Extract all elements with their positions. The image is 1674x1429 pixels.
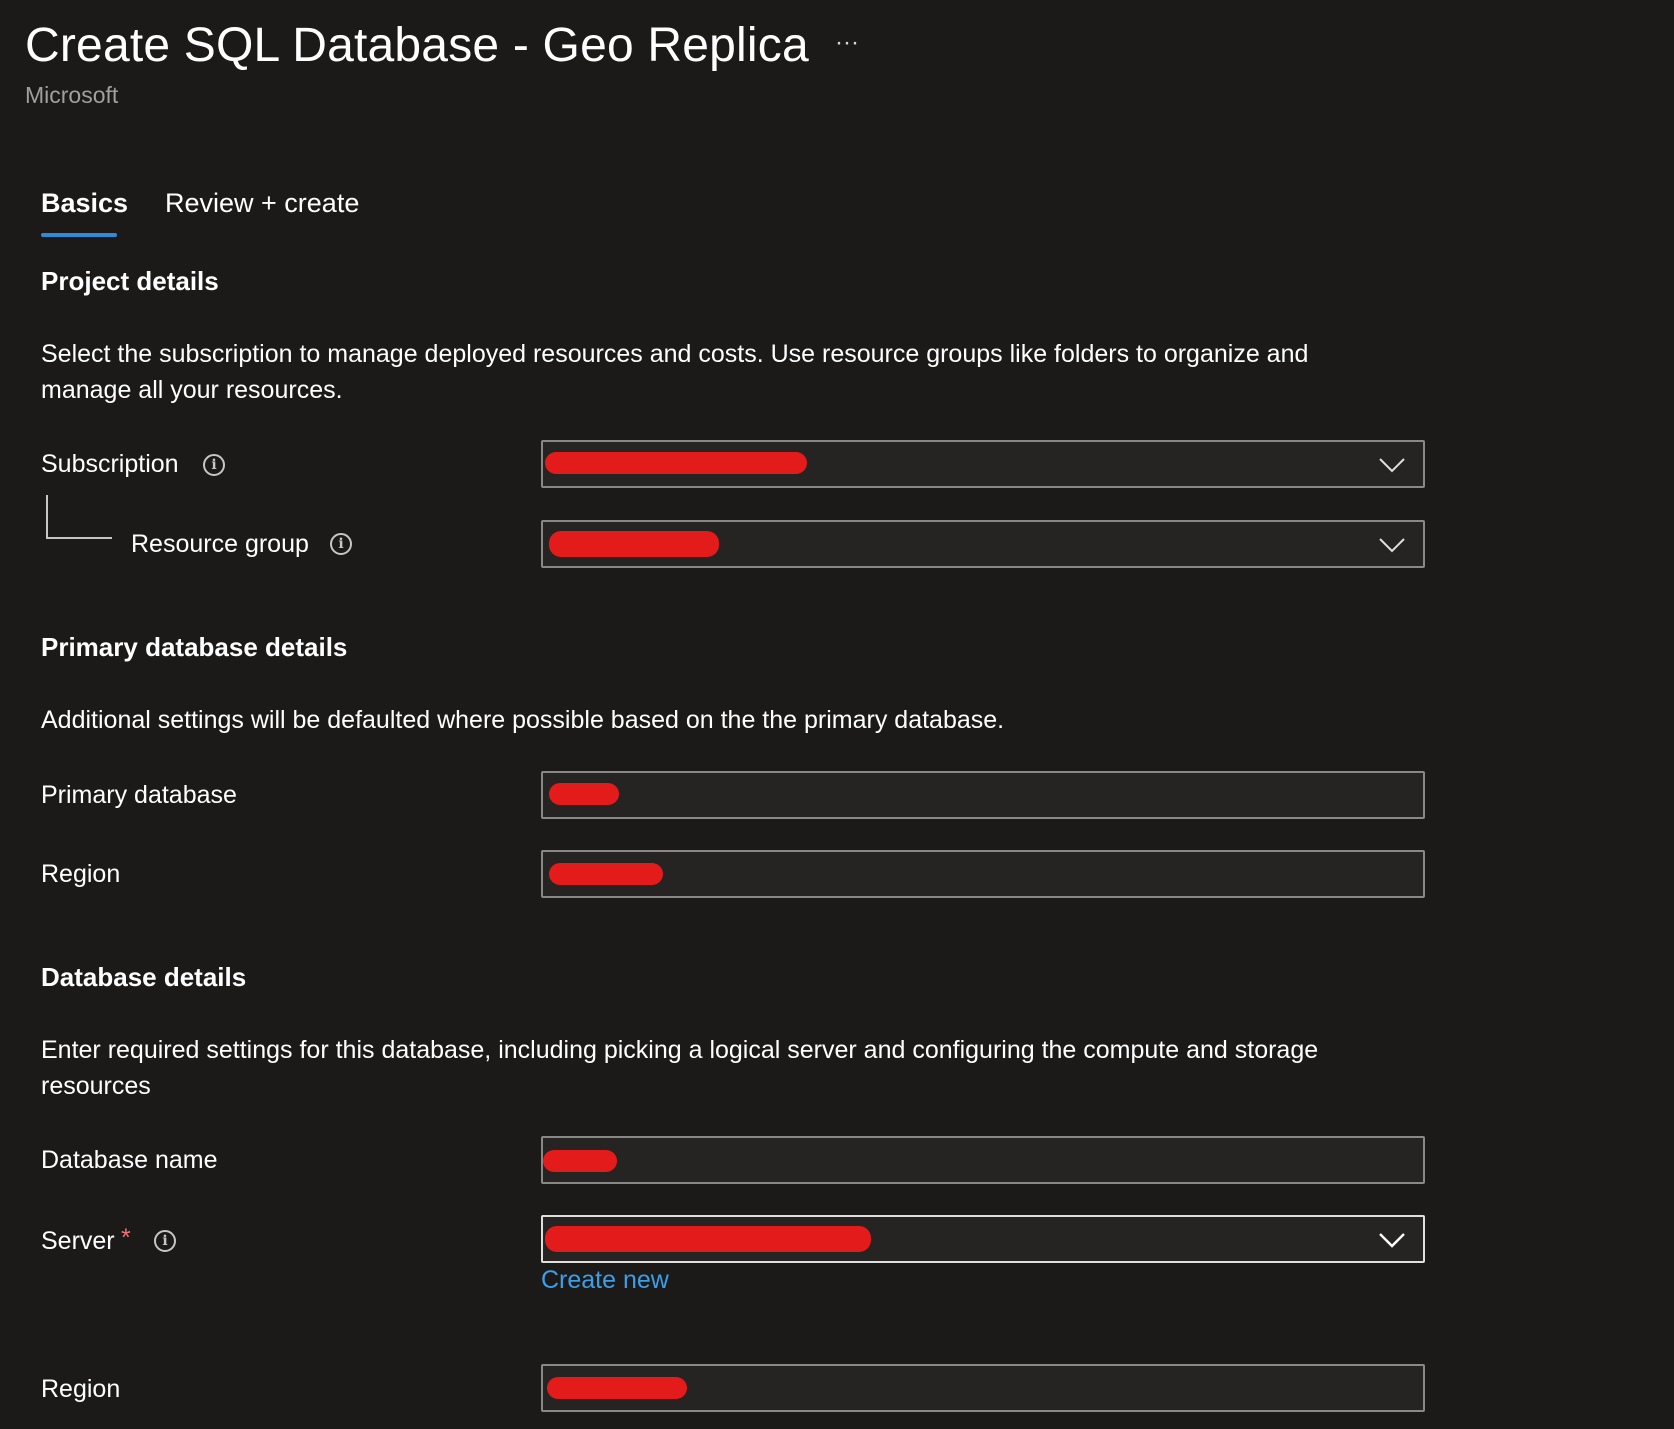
more-options-button[interactable]: ··· (830, 28, 864, 62)
server-dropdown[interactable] (541, 1215, 1425, 1263)
project-details-description: Select the subscription to manage deploy… (41, 340, 1309, 404)
create-sql-geo-replica-page: Create SQL Database - Geo Replica ··· Mi… (0, 0, 1674, 1429)
info-icon[interactable]: i (330, 533, 352, 555)
chevron-down-icon (1377, 1225, 1407, 1253)
database-details-heading: Database details (41, 962, 247, 992)
database-name-input[interactable] (541, 1136, 1425, 1184)
info-icon[interactable]: i (203, 454, 225, 476)
project-details-heading: Project details (41, 266, 219, 296)
region-field[interactable] (541, 1364, 1425, 1412)
region-label: Region (41, 1375, 121, 1403)
redaction-mark (545, 452, 807, 474)
tab-basics[interactable]: Basics (41, 188, 128, 219)
page-title: Create SQL Database - Geo Replica (25, 19, 809, 72)
redaction-mark (547, 1377, 687, 1399)
primary-region-label: Region (41, 860, 121, 888)
subscription-dropdown[interactable] (541, 440, 1425, 488)
create-new-server-link[interactable]: Create new (541, 1266, 669, 1295)
database-name-label: Database name (41, 1146, 218, 1174)
primary-database-field (541, 771, 1425, 819)
primary-database-details-description: Additional settings will be defaulted wh… (41, 706, 1005, 734)
primary-database-label: Primary database (41, 781, 237, 809)
tab-review-create[interactable]: Review + create (165, 188, 359, 219)
database-details-description: Enter required settings for this databas… (41, 1036, 1319, 1100)
resource-group-label: Resource group (131, 530, 309, 558)
server-label: Server (41, 1227, 115, 1255)
info-icon[interactable]: i (154, 1230, 176, 1252)
primary-database-details-heading: Primary database details (41, 632, 348, 662)
chevron-down-icon (1377, 450, 1407, 478)
redaction-mark (549, 863, 663, 885)
publisher-label: Microsoft (25, 82, 119, 108)
primary-region-field (541, 850, 1425, 898)
required-marker: * (121, 1224, 131, 1252)
subscription-label: Subscription (41, 450, 179, 478)
resource-group-dropdown[interactable] (541, 520, 1425, 568)
redaction-mark (549, 531, 719, 557)
redaction-mark (545, 1226, 871, 1252)
redaction-mark (543, 1150, 617, 1172)
chevron-down-icon (1377, 530, 1407, 558)
tree-connector (46, 495, 112, 539)
active-tab-indicator (41, 233, 117, 237)
redaction-mark (549, 783, 619, 805)
